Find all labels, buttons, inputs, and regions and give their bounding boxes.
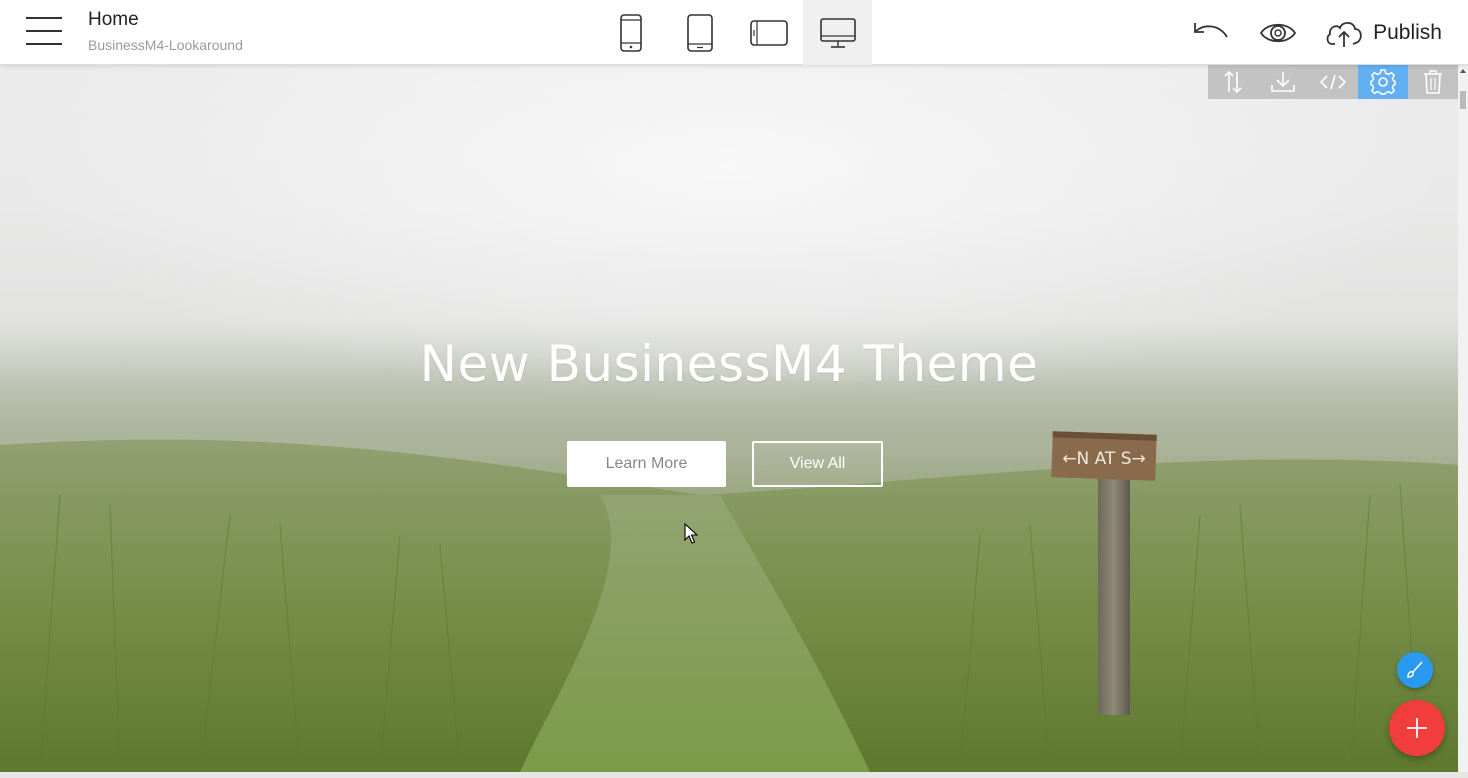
phone-icon: [619, 13, 642, 52]
download-block-button[interactable]: [1258, 65, 1308, 99]
hero-title[interactable]: New BusinessM4 Theme: [0, 335, 1458, 393]
brush-icon: [1407, 661, 1423, 678]
page-title[interactable]: Home: [88, 9, 139, 31]
undo-button[interactable]: [1179, 0, 1243, 65]
block-toolbar: [1208, 65, 1458, 99]
tablet-view-button[interactable]: [665, 0, 734, 65]
scroll-up-arrow-icon[interactable]: [1459, 67, 1467, 75]
scrollbar-thumb[interactable]: [1460, 91, 1466, 109]
undo-icon: [1194, 22, 1228, 38]
header-actions: Publish: [1179, 0, 1468, 65]
tablet-icon: [686, 13, 713, 52]
next-block-edge: [0, 772, 1468, 778]
publish-button[interactable]: Publish: [1313, 0, 1468, 65]
trash-icon: [1424, 70, 1442, 94]
view-all-button[interactable]: View All: [752, 441, 883, 487]
reorder-button[interactable]: [1208, 65, 1258, 99]
project-name: BusinessM4-Lookaround: [88, 37, 243, 53]
sign-text: ←N AT S→: [1062, 449, 1146, 469]
desktop-icon: [819, 17, 856, 48]
plus-icon: [1407, 718, 1427, 738]
code-editor-button[interactable]: [1308, 65, 1358, 99]
edit-styles-fab[interactable]: [1397, 652, 1433, 688]
learn-more-button[interactable]: Learn More: [567, 441, 726, 487]
tablet-landscape-view-button[interactable]: [734, 0, 803, 65]
desktop-view-button[interactable]: [803, 0, 872, 65]
device-switcher: [596, 0, 872, 65]
preview-button[interactable]: [1243, 0, 1313, 65]
hamburger-menu-icon[interactable]: [26, 16, 62, 46]
delete-block-button[interactable]: [1408, 65, 1458, 99]
top-bar: Home BusinessM4-Lookaround Publish: [0, 0, 1468, 65]
page-scrollbar[interactable]: [1458, 65, 1468, 772]
phone-view-button[interactable]: [596, 0, 665, 65]
reorder-icon: [1224, 70, 1242, 94]
publish-label: Publish: [1373, 20, 1442, 44]
add-block-fab[interactable]: [1389, 700, 1445, 756]
mouse-cursor-icon: [684, 523, 698, 544]
settings-gear-icon: [1370, 69, 1396, 95]
preview-eye-icon: [1260, 23, 1297, 42]
block-settings-button[interactable]: [1358, 65, 1408, 99]
cloud-upload-icon: [1326, 21, 1362, 47]
tablet-landscape-icon: [749, 19, 788, 46]
download-icon: [1271, 72, 1295, 92]
code-icon: [1320, 74, 1346, 90]
hero-section[interactable]: ←N AT S→ New BusinessM4 Theme Learn More…: [0, 65, 1458, 772]
meadow-background-image: ←N AT S→: [0, 342, 1458, 772]
